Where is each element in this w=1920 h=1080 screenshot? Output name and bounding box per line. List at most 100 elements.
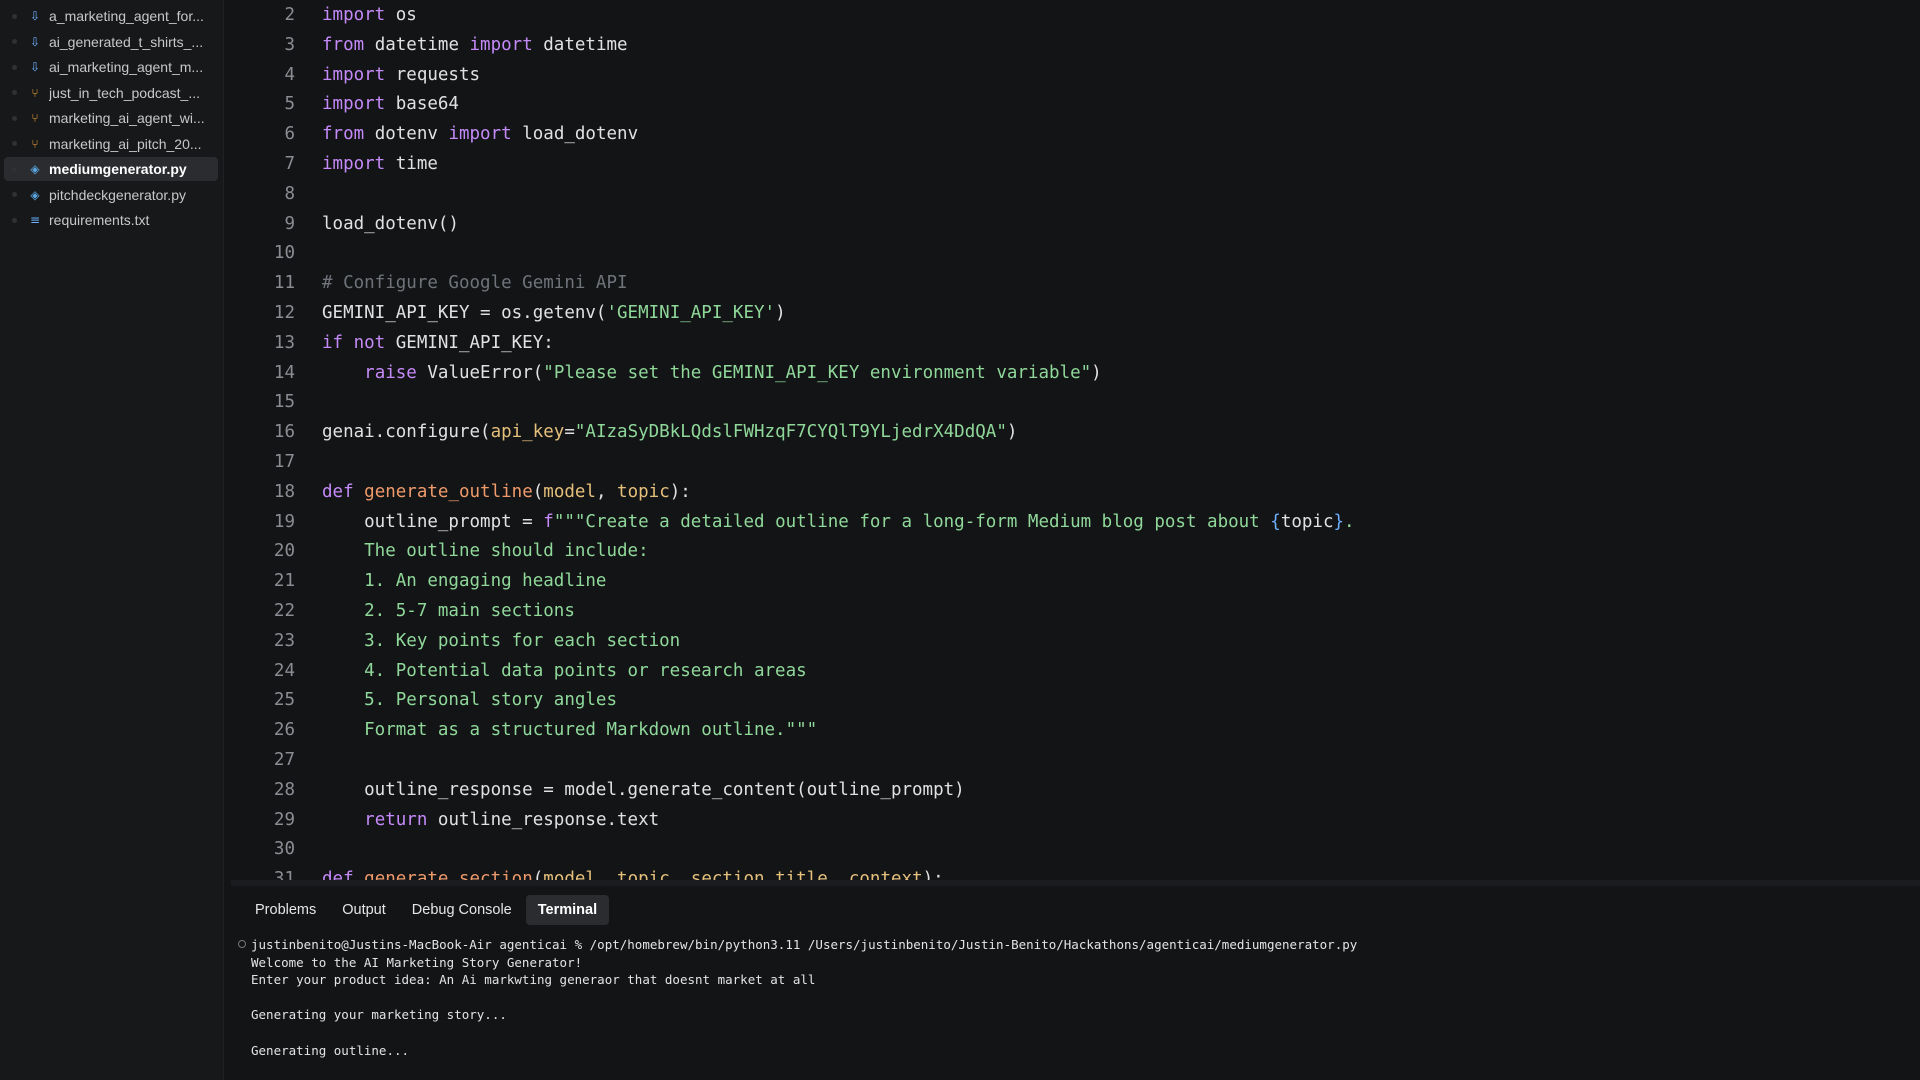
tab-problems[interactable]: Problems bbox=[243, 895, 328, 925]
code-token: topic bbox=[617, 869, 670, 880]
line-number: 15 bbox=[273, 392, 295, 413]
code-line[interactable]: 25 5. Personal story angles bbox=[231, 685, 1920, 715]
file-item[interactable]: ⇩ a_marketing_agent_for... bbox=[4, 4, 218, 28]
file-item[interactable]: ⑂ marketing_ai_pitch_20... bbox=[4, 132, 218, 156]
code-token: generate_outline bbox=[364, 481, 533, 502]
code-line[interactable]: 22 2. 5-7 main sections bbox=[231, 596, 1920, 626]
code-text: def generate_section(model, topic, secti… bbox=[322, 869, 944, 880]
code-line[interactable]: 11 # Configure Google Gemini API bbox=[231, 268, 1920, 298]
code-token: outline_response = model.generate_conten… bbox=[322, 779, 965, 800]
line-number: 22 bbox=[273, 601, 295, 621]
code-token: = bbox=[564, 422, 575, 443]
code-line[interactable]: 10 bbox=[231, 238, 1920, 268]
branch-icon: ⑂ bbox=[31, 136, 39, 151]
code-token: topic bbox=[1280, 511, 1334, 532]
code-token: requests bbox=[385, 64, 481, 85]
code-line[interactable]: 12 GEMINI_API_KEY = os.getenv('GEMINI_API… bbox=[231, 298, 1920, 328]
code-text: genai.configure(api_key="AIzaSyDBkLQdslF… bbox=[322, 422, 1017, 442]
file-item[interactable]: ⑂ marketing_ai_agent_wi... bbox=[4, 106, 218, 130]
tab-output[interactable]: Output bbox=[330, 895, 398, 925]
code-text: def generate_outline(model, topic): bbox=[322, 482, 691, 502]
code-token: { bbox=[1270, 511, 1281, 532]
file-item[interactable]: ⇩ ai_generated_t_shirts_... bbox=[4, 30, 218, 54]
code-text: Format as a structured Markdown outline.… bbox=[322, 720, 817, 740]
code-token: GEMINI_API_KEY = os.getenv( bbox=[322, 303, 607, 323]
terminal-line: Generating your marketing story... bbox=[251, 1007, 507, 1023]
code-line[interactable]: 15 bbox=[231, 387, 1920, 417]
file-item[interactable]: ◈ mediumgenerator.py bbox=[4, 157, 218, 181]
code-token: "Please set the GEMINI_API_KEY environme… bbox=[543, 362, 1092, 383]
code-editor[interactable]: 2 import os 3 from datetime import datetime… bbox=[231, 0, 1920, 880]
file-status-dot-icon bbox=[12, 115, 17, 121]
code-line[interactable]: 21 1. An engaging headline bbox=[231, 566, 1920, 596]
code-token: ): bbox=[922, 869, 944, 880]
line-number: 12 bbox=[273, 303, 295, 323]
code-line[interactable]: 6 from dotenv import load_dotenv bbox=[231, 119, 1920, 149]
line-number: 8 bbox=[284, 183, 295, 204]
code-line[interactable]: 18 def generate_outline(model, topic): bbox=[231, 477, 1920, 507]
code-line[interactable]: 20 The outline should include: bbox=[231, 536, 1920, 566]
tab-terminal[interactable]: Terminal bbox=[525, 895, 610, 925]
code-text: GEMINI_API_KEY = os.getenv('GEMINI_API_K… bbox=[322, 303, 786, 323]
code-line[interactable]: 5 import base64 bbox=[231, 89, 1920, 119]
file-name: just_in_tech_podcast_... bbox=[49, 84, 200, 101]
code-line[interactable]: 19 outline_prompt = f"""Create a detaile… bbox=[231, 507, 1920, 537]
code-token: if not bbox=[322, 332, 386, 353]
code-line[interactable]: 31 def generate_section(model, topic, sec… bbox=[231, 864, 1920, 880]
code-text: import time bbox=[322, 154, 438, 174]
code-line[interactable]: 7 import time bbox=[231, 149, 1920, 179]
line-number: 30 bbox=[273, 839, 295, 860]
file-status-dot-icon bbox=[12, 141, 17, 146]
file-status-dot-icon bbox=[12, 217, 17, 223]
code-line[interactable]: 2 import os bbox=[231, 0, 1920, 30]
file-item[interactable]: ◈ pitchdeckgenerator.py bbox=[4, 183, 218, 207]
code-line[interactable]: 24 4. Potential data points or research … bbox=[231, 656, 1920, 686]
code-line[interactable]: 3 from datetime import datetime bbox=[231, 30, 1920, 60]
code-token: 3. Key points for each section bbox=[322, 630, 681, 651]
file-item[interactable]: ⑂ just_in_tech_podcast_... bbox=[4, 81, 218, 105]
file-item[interactable]: ⇩ ai_marketing_agent_m... bbox=[4, 55, 218, 79]
code-line[interactable]: 26 Format as a structured Markdown outli… bbox=[231, 715, 1920, 745]
code-line[interactable]: 16 genai.configure(api_key="AIzaSyDBkLQds… bbox=[231, 417, 1920, 447]
code-text: outline_response = model.generate_conten… bbox=[322, 780, 965, 800]
code-token: import bbox=[322, 154, 386, 174]
code-text: 3. Key points for each section bbox=[322, 631, 680, 651]
download-arrow-icon: ⇩ bbox=[29, 9, 41, 23]
code-token: time bbox=[385, 154, 438, 174]
code-text: return outline_response.text bbox=[322, 810, 659, 830]
line-number: 20 bbox=[273, 541, 295, 562]
line-number: 13 bbox=[273, 332, 295, 353]
file-name: pitchdeckgenerator.py bbox=[49, 186, 186, 203]
file-name: mediumgenerator.py bbox=[49, 161, 187, 177]
code-line[interactable]: 8 bbox=[231, 179, 1920, 209]
code-line[interactable]: 23 3. Key points for each section bbox=[231, 626, 1920, 656]
code-line[interactable]: 30 bbox=[231, 834, 1920, 864]
code-text: # Configure Google Gemini API bbox=[322, 273, 628, 293]
line-number: 9 bbox=[284, 213, 295, 234]
code-text: 1. An engaging headline bbox=[322, 571, 606, 591]
code-line[interactable]: 14 raise ValueError("Please set the GEMI… bbox=[231, 358, 1920, 388]
code-token: Format as a structured Markdown outline.… bbox=[322, 720, 818, 741]
line-number: 6 bbox=[284, 124, 295, 145]
code-line[interactable]: 9 load_dotenv() bbox=[231, 209, 1920, 239]
tab-debug-console[interactable]: Debug Console bbox=[400, 895, 524, 925]
code-line[interactable]: 17 bbox=[231, 447, 1920, 477]
code-token: context bbox=[848, 869, 923, 880]
code-line[interactable]: 28 outline_response = model.generate_con… bbox=[231, 775, 1920, 805]
file-name: marketing_ai_pitch_20... bbox=[49, 135, 202, 152]
code-line[interactable]: 4 import requests bbox=[231, 60, 1920, 90]
code-token: section_title bbox=[690, 869, 828, 880]
code-token: datetime bbox=[364, 34, 470, 55]
code-line[interactable]: 27 bbox=[231, 745, 1920, 775]
terminal-line: Enter your product idea: An Ai markwting… bbox=[251, 972, 816, 988]
file-name: ai_marketing_agent_m... bbox=[49, 59, 204, 75]
file-status-dot-icon bbox=[12, 192, 17, 197]
code-token: ) bbox=[1006, 422, 1018, 443]
code-token: generate_section bbox=[364, 869, 533, 880]
file-item[interactable]: ≡ requirements.txt bbox=[4, 208, 218, 232]
code-line[interactable]: 29 return outline_response.text bbox=[231, 805, 1920, 835]
python-file-icon: ◈ bbox=[30, 162, 40, 176]
code-line[interactable]: 13 if not GEMINI_API_KEY: bbox=[231, 328, 1920, 358]
code-token: 4. Potential data points or research are… bbox=[322, 660, 807, 681]
